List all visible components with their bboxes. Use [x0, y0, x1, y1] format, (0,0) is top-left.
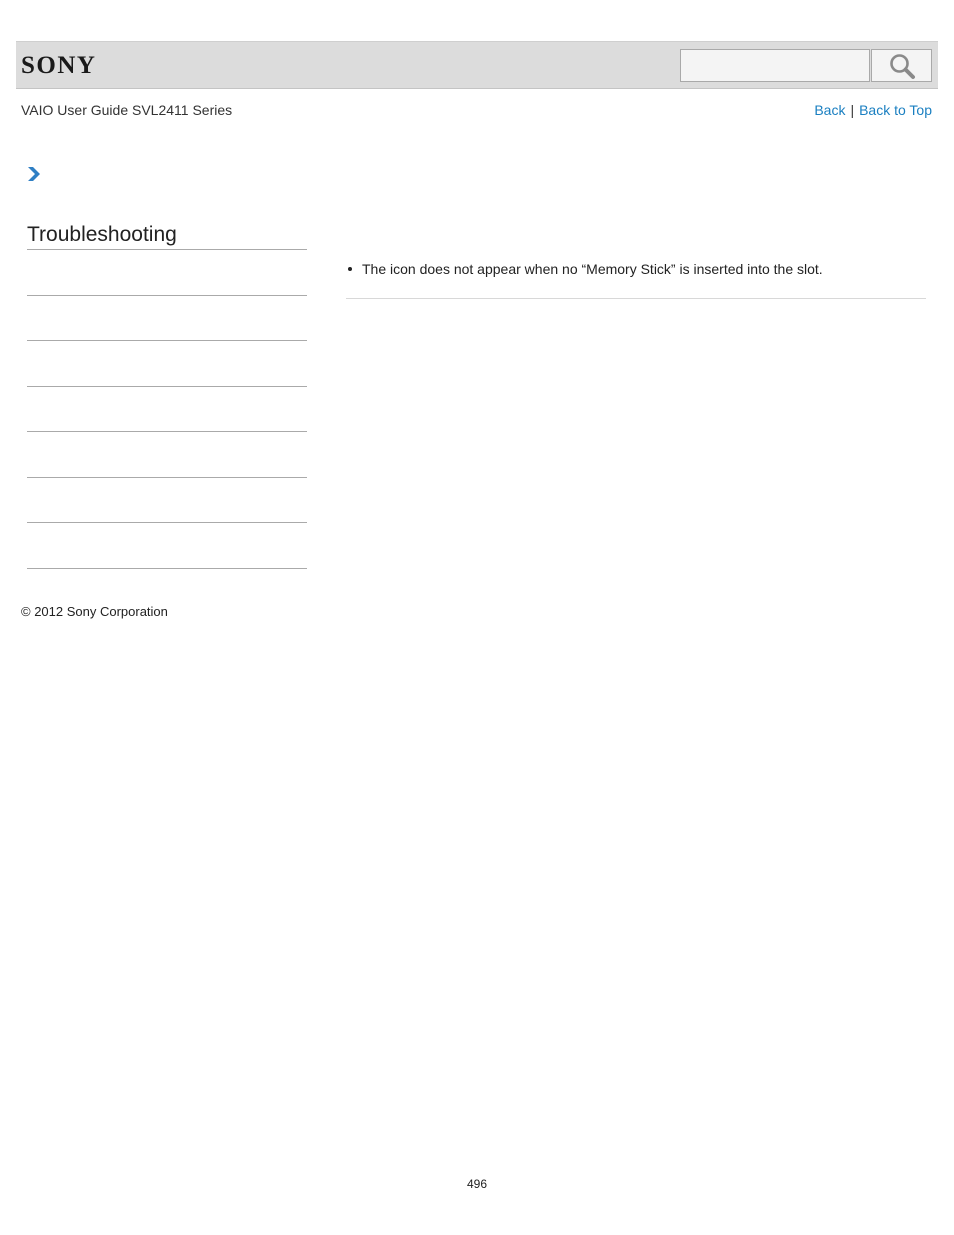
top-links: Back | Back to Top [814, 102, 932, 119]
sidebar-title-divider [27, 249, 307, 250]
back-to-top-link[interactable]: Back to Top [859, 102, 932, 118]
sidebar-title: Troubleshooting [27, 223, 177, 246]
header-bar: SONY [16, 41, 938, 89]
sony-logo[interactable]: SONY [21, 52, 96, 80]
search-button[interactable] [871, 49, 932, 82]
page-number: 496 [466, 1177, 488, 1191]
list-item: The icon does not appear when no “Memory… [348, 261, 926, 278]
sidebar-divider [27, 522, 307, 523]
search-input[interactable] [680, 49, 870, 82]
list-item-text: The icon does not appear when no “Memory… [362, 261, 823, 277]
copyright: © 2012 Sony Corporation [21, 604, 168, 619]
sidebar-divider [27, 295, 307, 296]
search-icon [890, 54, 915, 79]
sidebar-divider [27, 568, 307, 569]
bullet-icon [348, 267, 352, 272]
guide-title: VAIO User Guide SVL2411 Series [21, 102, 233, 118]
chevron-right-icon[interactable] [27, 166, 41, 182]
sidebar-divider [27, 386, 307, 387]
sidebar-divider [27, 431, 307, 432]
sidebar-divider [27, 340, 307, 341]
link-separator: | [850, 102, 855, 118]
sidebar-divider [27, 477, 307, 478]
back-link[interactable]: Back [814, 102, 845, 118]
content-divider [346, 298, 926, 299]
